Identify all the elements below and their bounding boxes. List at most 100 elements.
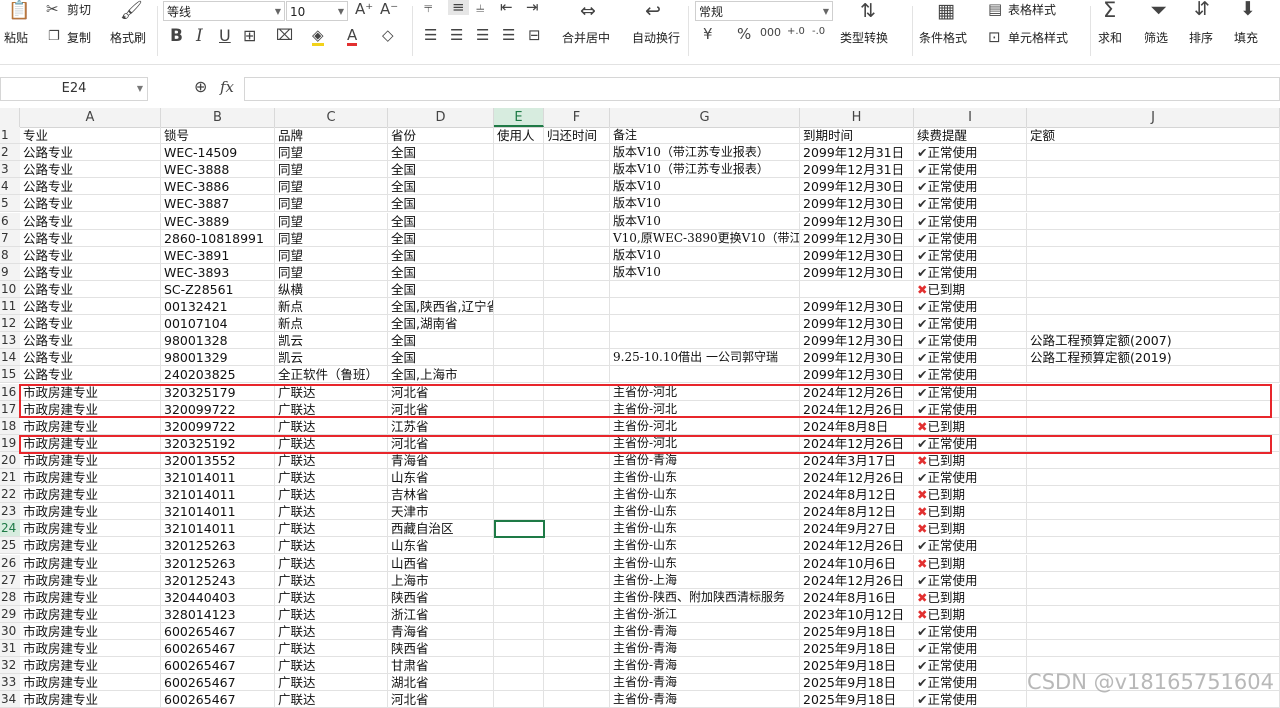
cell-f9[interactable] bbox=[544, 263, 610, 281]
cell-c7[interactable]: 同望 bbox=[275, 229, 388, 247]
cell-c30[interactable]: 广联达 bbox=[275, 622, 388, 640]
align-bottom-icon[interactable]: ⫨ bbox=[476, 0, 484, 15]
cell-b13[interactable]: 98001328 bbox=[161, 332, 275, 350]
cell-b30[interactable]: 600265467 bbox=[161, 622, 275, 640]
distribute-icon[interactable]: ⊟ bbox=[528, 28, 541, 43]
cell-d1[interactable]: 省份 bbox=[388, 127, 494, 144]
cell-c33[interactable]: 广联达 bbox=[275, 674, 388, 692]
brush-icon[interactable]: 🖌 bbox=[120, 2, 143, 20]
cell-f33[interactable] bbox=[544, 674, 610, 692]
cell-f21[interactable] bbox=[544, 469, 610, 486]
conditional-format-button[interactable]: 条件格式 bbox=[919, 30, 967, 46]
cell-j2[interactable] bbox=[1027, 144, 1280, 162]
cell-g6[interactable]: 版本V10 bbox=[610, 212, 800, 230]
row-header[interactable]: 32 bbox=[0, 657, 20, 675]
cell-c4[interactable]: 同望 bbox=[275, 178, 388, 196]
column-header-j[interactable]: J bbox=[1027, 108, 1280, 127]
cell-c14[interactable]: 凯云 bbox=[275, 349, 388, 367]
percent-icon[interactable]: % bbox=[737, 27, 751, 42]
row-header[interactable]: 15 bbox=[0, 366, 20, 384]
cell-a25[interactable]: 市政房建专业 bbox=[20, 537, 161, 555]
cell-e12[interactable] bbox=[494, 315, 544, 333]
cell-h6[interactable]: 2099年12月30日 bbox=[800, 212, 914, 230]
cell-h7[interactable]: 2099年12月30日 bbox=[800, 229, 914, 247]
cell-j15[interactable] bbox=[1027, 366, 1280, 384]
row-header[interactable]: 17 bbox=[0, 400, 20, 418]
cell-h9[interactable]: 2099年12月30日 bbox=[800, 263, 914, 281]
cell-i24[interactable]: ✖已到期 bbox=[914, 520, 1027, 538]
cell-i5[interactable]: ✔正常使用 bbox=[914, 195, 1027, 213]
cell-i30[interactable]: ✔正常使用 bbox=[914, 622, 1027, 640]
cell-h12[interactable]: 2099年12月30日 bbox=[800, 315, 914, 333]
fill-button[interactable]: 填充 bbox=[1234, 30, 1258, 46]
cell-f34[interactable] bbox=[544, 691, 610, 708]
cell-h20[interactable]: 2024年3月17日 bbox=[800, 451, 914, 469]
cell-c2[interactable]: 同望 bbox=[275, 144, 388, 162]
cell-g15[interactable] bbox=[610, 366, 800, 384]
cell-d23[interactable]: 天津市 bbox=[388, 503, 494, 521]
cell-h27[interactable]: 2024年12月26日 bbox=[800, 571, 914, 589]
cell-d18[interactable]: 江苏省 bbox=[388, 417, 494, 435]
cell-c21[interactable]: 广联达 bbox=[275, 469, 388, 486]
row-header[interactable]: 1 bbox=[0, 127, 20, 144]
row-header[interactable]: 21 bbox=[0, 469, 20, 486]
cell-f29[interactable] bbox=[544, 605, 610, 623]
cell-c18[interactable]: 广联达 bbox=[275, 417, 388, 435]
cell-g1[interactable]: 备注 bbox=[610, 127, 800, 144]
decrease-font-icon[interactable]: A⁻ bbox=[380, 2, 398, 17]
cell-d3[interactable]: 全国 bbox=[388, 161, 494, 179]
cell-h34[interactable]: 2025年9月18日 bbox=[800, 691, 914, 708]
cell-h31[interactable]: 2025年9月18日 bbox=[800, 640, 914, 657]
cell-h15[interactable]: 2099年12月30日 bbox=[800, 366, 914, 384]
cell-a15[interactable]: 公路专业 bbox=[20, 366, 161, 384]
cell-h23[interactable]: 2024年8月12日 bbox=[800, 503, 914, 521]
cell-c25[interactable]: 广联达 bbox=[275, 537, 388, 555]
cell-j28[interactable] bbox=[1027, 588, 1280, 606]
cell-j13[interactable]: 公路工程预算定额(2007) bbox=[1027, 332, 1280, 350]
italic-icon[interactable]: I bbox=[196, 28, 203, 45]
cell-d14[interactable]: 全国 bbox=[388, 349, 494, 367]
cell-e10[interactable] bbox=[494, 280, 544, 298]
cell-b9[interactable]: WEC-3893 bbox=[161, 263, 275, 281]
cell-d32[interactable]: 甘肃省 bbox=[388, 657, 494, 675]
cell-i13[interactable]: ✔正常使用 bbox=[914, 332, 1027, 350]
cell-e15[interactable] bbox=[494, 366, 544, 384]
cell-i4[interactable]: ✔正常使用 bbox=[914, 178, 1027, 196]
cell-d4[interactable]: 全国 bbox=[388, 178, 494, 196]
cell-i3[interactable]: ✔正常使用 bbox=[914, 161, 1027, 179]
cell-c24[interactable]: 广联达 bbox=[275, 520, 388, 538]
wrap-text-button[interactable]: 自动换行 bbox=[632, 30, 680, 46]
cell-j31[interactable] bbox=[1027, 640, 1280, 657]
cell-c13[interactable]: 凯云 bbox=[275, 332, 388, 350]
cell-g14[interactable]: 9.25-10.10借出 一公司郭守瑞 bbox=[610, 349, 800, 367]
cell-e33[interactable] bbox=[494, 674, 544, 692]
cell-j25[interactable] bbox=[1027, 537, 1280, 555]
name-box[interactable]: E24 ▼ bbox=[0, 77, 148, 101]
row-header[interactable]: 9 bbox=[0, 263, 20, 281]
column-header-i[interactable]: I bbox=[914, 108, 1027, 127]
cell-d7[interactable]: 全国 bbox=[388, 229, 494, 247]
cell-b6[interactable]: WEC-3889 bbox=[161, 212, 275, 230]
cell-g23[interactable]: 主省份-山东 bbox=[610, 503, 800, 521]
cell-g29[interactable]: 主省份-浙江 bbox=[610, 605, 800, 623]
cell-e7[interactable] bbox=[494, 229, 544, 247]
align-center-icon[interactable]: ☰ bbox=[450, 28, 463, 43]
cell-h25[interactable]: 2024年12月26日 bbox=[800, 537, 914, 555]
cell-j9[interactable] bbox=[1027, 263, 1280, 281]
cell-d26[interactable]: 山西省 bbox=[388, 554, 494, 572]
indent-decrease-icon[interactable]: ⇤ bbox=[500, 0, 513, 15]
cell-g30[interactable]: 主省份-青海 bbox=[610, 622, 800, 640]
border-icon[interactable]: ⊞ bbox=[243, 28, 256, 44]
row-header[interactable]: 25 bbox=[0, 537, 20, 555]
cell-a12[interactable]: 公路专业 bbox=[20, 315, 161, 333]
cell-i2[interactable]: ✔正常使用 bbox=[914, 144, 1027, 162]
cell-g7[interactable]: V10,原WEC-3890更换V10（带江 bbox=[610, 229, 800, 247]
cell-g5[interactable]: 版本V10 bbox=[610, 195, 800, 213]
row-header[interactable]: 5 bbox=[0, 195, 20, 213]
cell-b5[interactable]: WEC-3887 bbox=[161, 195, 275, 213]
cell-j6[interactable] bbox=[1027, 212, 1280, 230]
cell-g33[interactable]: 主省份-青海 bbox=[610, 674, 800, 692]
cell-i23[interactable]: ✖已到期 bbox=[914, 503, 1027, 521]
indent-increase-icon[interactable]: ⇥ bbox=[526, 0, 539, 15]
cell-c31[interactable]: 广联达 bbox=[275, 640, 388, 657]
